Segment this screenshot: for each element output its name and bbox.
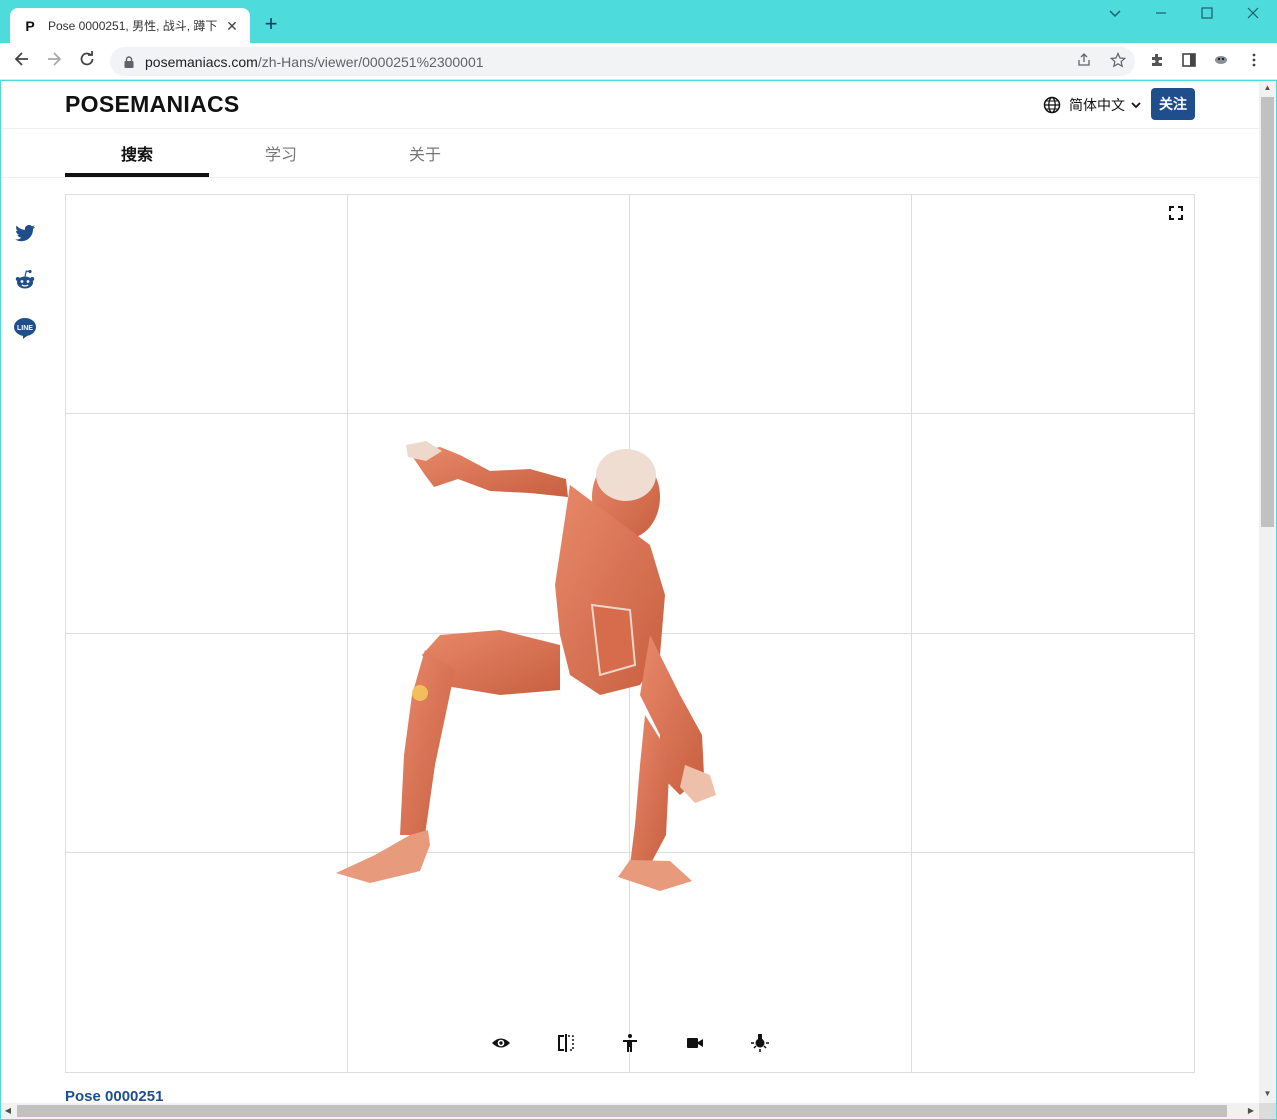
- tab-search[interactable]: 搜索: [65, 141, 209, 165]
- minimize-button[interactable]: [1150, 6, 1172, 24]
- globe-icon: [1043, 96, 1061, 114]
- back-button[interactable]: [10, 50, 34, 74]
- web-page: POSEMANIACS 简体中文 关注 搜索 学习 关于 LINE Pose 0…: [1, 81, 1259, 1103]
- profile-avatar-icon[interactable]: [1211, 52, 1231, 72]
- scrollbar-thumb[interactable]: [1261, 97, 1274, 527]
- tab-about[interactable]: 关于: [353, 141, 497, 165]
- camera-icon[interactable]: [684, 1032, 706, 1054]
- browser-toolbar: posemaniacs.com/zh-Hans/viewer/0000251%2…: [0, 43, 1277, 80]
- share-page-icon[interactable]: [1074, 52, 1094, 72]
- eye-icon[interactable]: [490, 1032, 512, 1054]
- scrollbar-corner: [1259, 1103, 1276, 1119]
- vertical-scrollbar[interactable]: ▲ ▼: [1259, 81, 1276, 1103]
- fullscreen-icon[interactable]: [1169, 206, 1183, 220]
- reload-button[interactable]: [75, 50, 99, 74]
- grid-line: [66, 413, 1194, 414]
- scrollbar-thumb[interactable]: [17, 1105, 1227, 1117]
- side-panel-icon[interactable]: [1179, 52, 1199, 72]
- tab-search-icon[interactable]: [1104, 6, 1126, 24]
- twitter-icon[interactable]: [13, 221, 37, 245]
- reddit-icon[interactable]: [13, 268, 37, 292]
- anatomy-figure[interactable]: [330, 435, 730, 895]
- forward-button[interactable]: [42, 50, 66, 74]
- mirror-icon[interactable]: [555, 1032, 577, 1054]
- language-label: 简体中文: [1069, 97, 1125, 113]
- url-text: posemaniacs.com/zh-Hans/viewer/0000251%2…: [145, 53, 484, 70]
- lock-icon: [124, 55, 134, 68]
- address-bar[interactable]: posemaniacs.com/zh-Hans/viewer/0000251%2…: [110, 47, 1135, 76]
- follow-button[interactable]: 关注: [1151, 88, 1195, 120]
- bookmark-star-icon[interactable]: [1108, 52, 1128, 72]
- new-tab-button[interactable]: +: [260, 13, 282, 36]
- tab-learn[interactable]: 学习: [209, 141, 353, 165]
- header-divider: [1, 128, 1259, 129]
- tab-close-icon[interactable]: ✕: [224, 18, 240, 34]
- site-logo[interactable]: POSEMANIACS: [65, 91, 240, 118]
- extensions-icon[interactable]: [1147, 52, 1167, 72]
- light-icon[interactable]: [749, 1032, 771, 1054]
- chevron-down-icon: [1131, 102, 1141, 109]
- scroll-left-icon[interactable]: ◀: [1, 1103, 15, 1119]
- maximize-button[interactable]: [1196, 6, 1218, 24]
- nav-divider: [1, 177, 1259, 178]
- tab-favicon: P: [25, 17, 35, 34]
- close-window-button[interactable]: [1242, 6, 1264, 24]
- browser-tab[interactable]: P Pose 0000251, 男性, 战斗, 蹲下 ✕: [10, 8, 250, 43]
- line-icon[interactable]: LINE: [13, 316, 37, 340]
- scroll-down-icon[interactable]: ▼: [1259, 1087, 1276, 1101]
- tab-title: Pose 0000251, 男性, 战斗, 蹲下: [48, 19, 218, 33]
- scroll-up-icon[interactable]: ▲: [1259, 81, 1276, 95]
- browser-menu-icon[interactable]: [1244, 52, 1264, 72]
- language-selector[interactable]: 简体中文: [1043, 95, 1142, 115]
- browser-tab-strip: P Pose 0000251, 男性, 战斗, 蹲下 ✕ +: [0, 0, 1277, 43]
- pose-title[interactable]: Pose 0000251: [65, 1088, 163, 1103]
- pose-figure-icon[interactable]: [619, 1032, 641, 1054]
- svg-text:LINE: LINE: [17, 325, 33, 332]
- pose-viewer-canvas[interactable]: [65, 194, 1195, 1073]
- scroll-right-icon[interactable]: ▶: [1244, 1103, 1258, 1119]
- horizontal-scrollbar[interactable]: ◀ ▶: [1, 1103, 1259, 1119]
